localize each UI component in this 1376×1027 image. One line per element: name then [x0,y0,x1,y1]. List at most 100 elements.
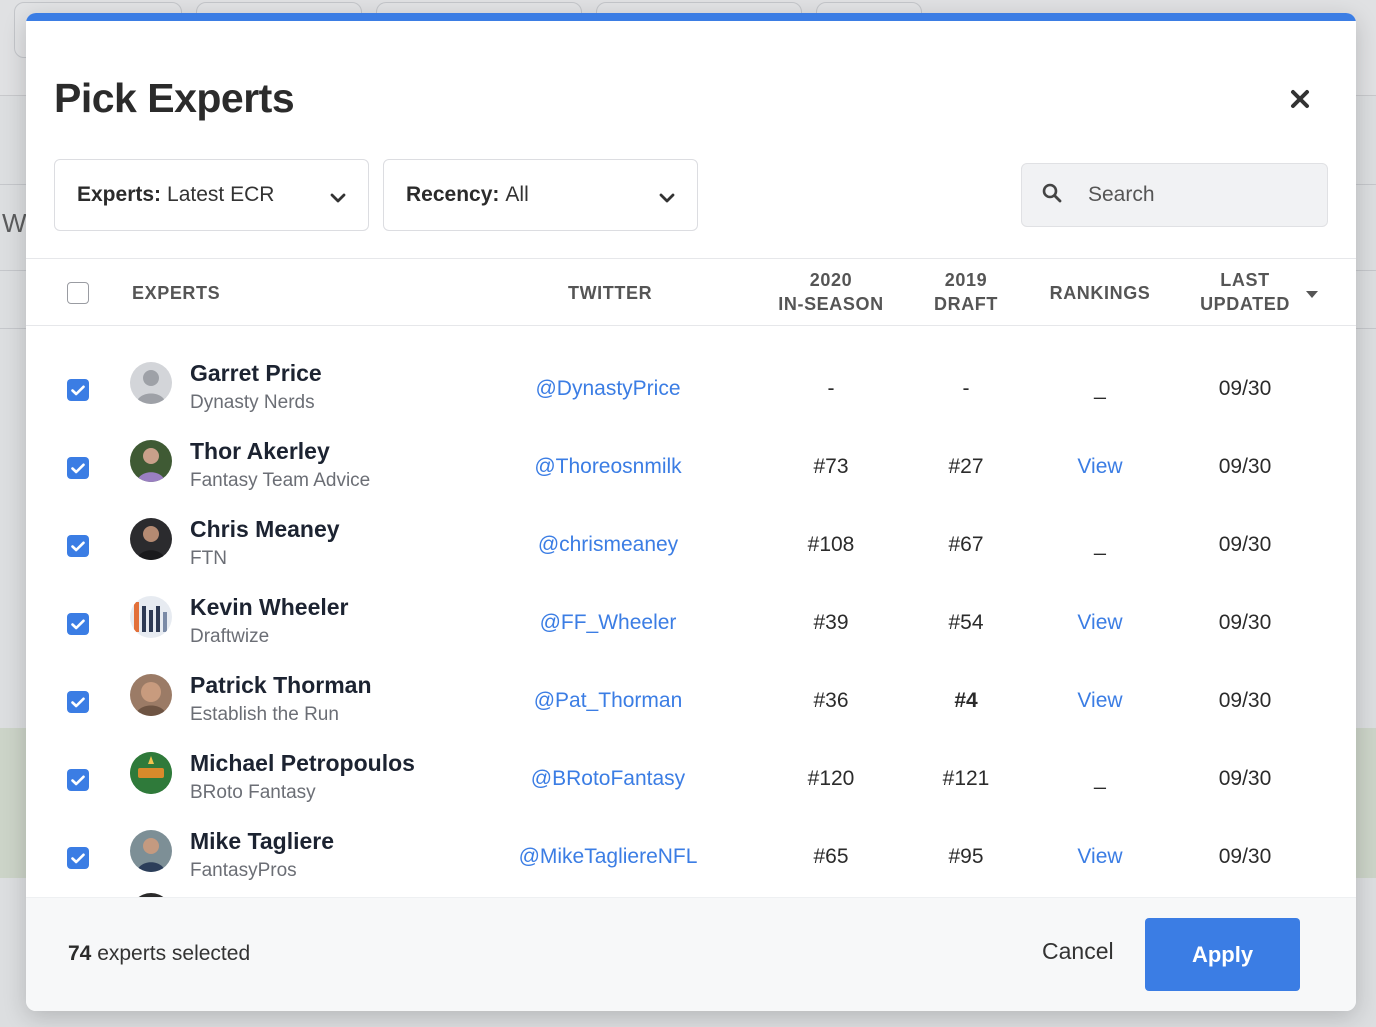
search-icon [1042,183,1062,208]
view-rankings-link[interactable]: View [1048,611,1152,635]
twitter-link[interactable]: @chrismeaney [480,533,736,557]
table-header: EXPERTS TWITTER 2020 IN-SEASON 2019 DRAF… [26,258,1356,326]
column-header-draft-label: DRAFT [934,294,998,314]
rankings-placeholder: _ [1094,533,1106,556]
row-checkbox[interactable] [67,847,89,869]
rankings-placeholder: _ [1094,377,1106,400]
recency-filter-label: Recency: [406,183,500,206]
last-updated-date: 09/30 [1218,533,1272,556]
in-season-rank: #39 [813,611,849,634]
column-header-in-season-label: IN-SEASON [778,294,884,314]
draft-rank: #4 [954,689,978,712]
row-checkbox[interactable] [67,457,89,479]
draft-rank: #121 [942,767,990,790]
checkmark-icon [71,385,85,395]
column-header-updated-line2: UPDATED [1200,294,1290,314]
expert-name[interactable]: Patrick Thorman [190,672,372,699]
expert-organization: FTN [190,548,227,569]
column-header-in-season-year: 2020 [809,270,853,290]
sort-descending-icon[interactable] [1306,286,1318,304]
row-checkbox[interactable] [67,613,89,635]
modal-accent-bar [26,13,1356,21]
expert-name[interactable]: Chris Meaney [190,516,340,543]
twitter-link[interactable]: @MikeTagliereNFL [480,845,736,869]
last-updated-date: 09/30 [1218,455,1272,478]
recency-filter-value: All [505,183,529,206]
experts-filter-label: Experts: [77,183,162,206]
last-updated-date: 09/30 [1218,377,1272,400]
experts-filter-dropdown[interactable]: Experts: Latest ECR [54,159,369,231]
checkmark-icon [71,775,85,785]
expert-name[interactable]: Mike Tagliere [190,828,334,855]
view-rankings-link[interactable]: View [1048,689,1152,713]
search-input[interactable] [1088,183,1308,207]
row-checkbox[interactable] [67,769,89,791]
table-row: Chris Meaney FTN @chrismeaney #108 #67 _… [26,492,1356,570]
row-checkbox[interactable] [67,379,89,401]
checkmark-icon [71,619,85,629]
select-all-checkbox[interactable] [67,282,89,304]
view-rankings-link[interactable]: View [1048,455,1152,479]
avatar [130,440,172,482]
twitter-link[interactable]: @DynastyPrice [480,377,736,401]
avatar [130,518,172,560]
last-updated-date: 09/30 [1218,689,1272,712]
draft-rank: #27 [948,455,984,478]
view-rankings-link[interactable]: View [1048,845,1152,869]
checkmark-icon [71,853,85,863]
expert-name[interactable]: Kevin Wheeler [190,594,349,621]
column-header-rankings[interactable]: RANKINGS [1048,281,1152,305]
avatar [130,674,172,716]
twitter-link[interactable]: @BRotoFantasy [480,767,736,791]
checkmark-icon [71,697,85,707]
column-header-draft[interactable]: 2019 DRAFT [924,268,1008,316]
expert-name[interactable]: Michael Petropoulos [190,750,415,777]
expert-organization: Establish the Run [190,704,339,725]
column-header-experts[interactable]: EXPERTS [132,281,220,305]
avatar [130,752,172,794]
cancel-button[interactable]: Cancel [1042,938,1114,965]
table-row: Mike Tagliere FantasyPros @MikeTagliereN… [26,804,1356,882]
expert-organization: Fantasy Team Advice [190,470,371,491]
draft-rank: #67 [948,533,984,556]
search-box[interactable] [1021,163,1328,227]
chevron-down-icon [330,186,346,210]
draft-rank: #54 [948,611,984,634]
table-row: Kevin Wheeler Draftwize @FF_Wheeler #39 … [26,570,1356,648]
expert-organization: FantasyPros [190,860,297,881]
checkmark-icon [71,541,85,551]
expert-name[interactable]: Garret Price [190,360,322,387]
last-updated-date: 09/30 [1218,611,1272,634]
expert-organization: Dynasty Nerds [190,392,315,413]
twitter-link[interactable]: @FF_Wheeler [480,611,736,635]
column-header-twitter[interactable]: TWITTER [568,281,652,305]
avatar [130,830,172,872]
in-season-rank: #36 [813,689,849,712]
table-row: Patrick Thorman Establish the Run @Pat_T… [26,648,1356,726]
in-season-rank: - [827,377,835,400]
experts-filter-value: Latest ECR [167,183,275,206]
modal-title: Pick Experts [54,75,295,121]
column-header-in-season[interactable]: 2020 IN-SEASON [766,268,896,316]
table-row: Michael Petropoulos BRoto Fantasy @BRoto… [26,726,1356,804]
table-row: Garret Price Dynasty Nerds @DynastyPrice… [26,336,1356,414]
row-checkbox[interactable] [67,535,89,557]
table-row: Thor Akerley Fantasy Team Advice @Thoreo… [26,414,1356,492]
row-checkbox[interactable] [67,691,89,713]
in-season-rank: #120 [807,767,855,790]
expert-name[interactable]: Thor Akerley [190,438,330,465]
checkmark-icon [71,463,85,473]
recency-filter-dropdown[interactable]: Recency: All [383,159,698,231]
close-icon [1290,89,1310,114]
rankings-placeholder: _ [1094,767,1106,790]
modal-footer: 74 experts selected Cancel Apply [26,897,1356,1011]
close-button[interactable] [1286,87,1314,115]
twitter-link[interactable]: @Pat_Thorman [480,689,736,713]
apply-button[interactable]: Apply [1145,918,1300,991]
selected-count-label: experts selected [97,942,251,965]
in-season-rank: #65 [813,845,849,868]
in-season-rank: #73 [813,455,849,478]
twitter-link[interactable]: @Thoreosnmilk [480,455,736,479]
column-header-last-updated[interactable]: LAST UPDATED [1198,268,1292,316]
in-season-rank: #108 [807,533,855,556]
